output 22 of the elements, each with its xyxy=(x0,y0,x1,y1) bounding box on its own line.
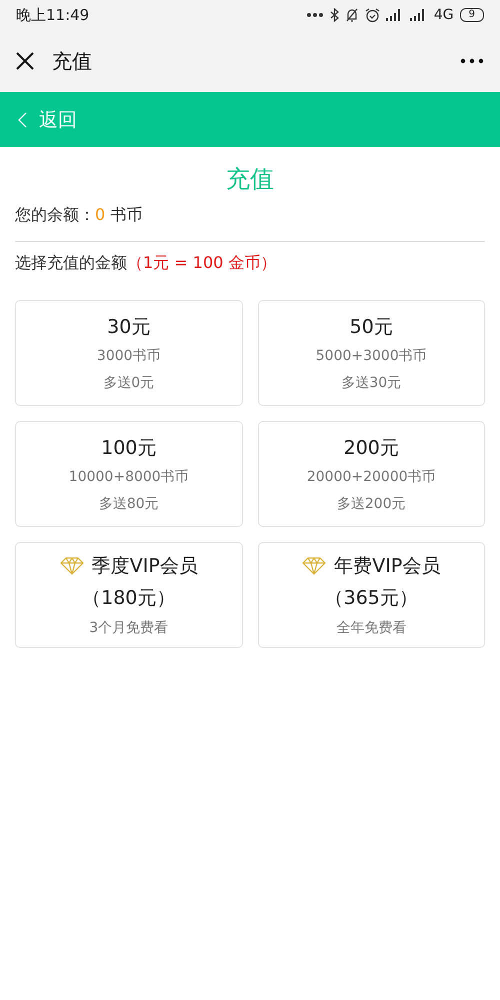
diamond-icon xyxy=(60,556,84,574)
status-time: 晚上11:49 xyxy=(16,6,90,24)
recharge-option[interactable]: 30元 3000书币 多送0元 xyxy=(15,300,242,406)
page-heading: 充值 xyxy=(225,164,275,195)
more-icon xyxy=(306,12,324,18)
bluetooth-icon xyxy=(330,8,339,22)
recharge-option[interactable]: 年费VIP会员 （365元） 全年免费看 xyxy=(258,542,485,648)
rate-text: 选择充值的金额（1元 = 100 金币） xyxy=(15,252,278,274)
alarm-icon xyxy=(364,8,380,22)
recharge-option[interactable]: 50元 5000+3000书币 多送30元 xyxy=(258,300,485,406)
recharge-option[interactable]: 100元 10000+8000书币 多送80元 xyxy=(15,421,242,527)
network-label: 4G xyxy=(434,7,454,23)
chevron-left-icon xyxy=(18,112,27,128)
window-title: 充值 xyxy=(52,48,93,74)
recharge-option[interactable]: 季度VIP会员 （180元） 3个月免费看 xyxy=(15,542,242,648)
diamond-icon xyxy=(302,556,326,574)
balance-text: 您的余额：0 书币 xyxy=(15,204,144,226)
recharge-option[interactable]: 200元 20000+20000书币 多送200元 xyxy=(258,421,485,527)
close-icon[interactable] xyxy=(16,52,34,70)
bell-off-icon xyxy=(344,8,359,22)
battery-indicator: 9 xyxy=(460,8,484,22)
more-menu-icon[interactable] xyxy=(460,58,484,64)
